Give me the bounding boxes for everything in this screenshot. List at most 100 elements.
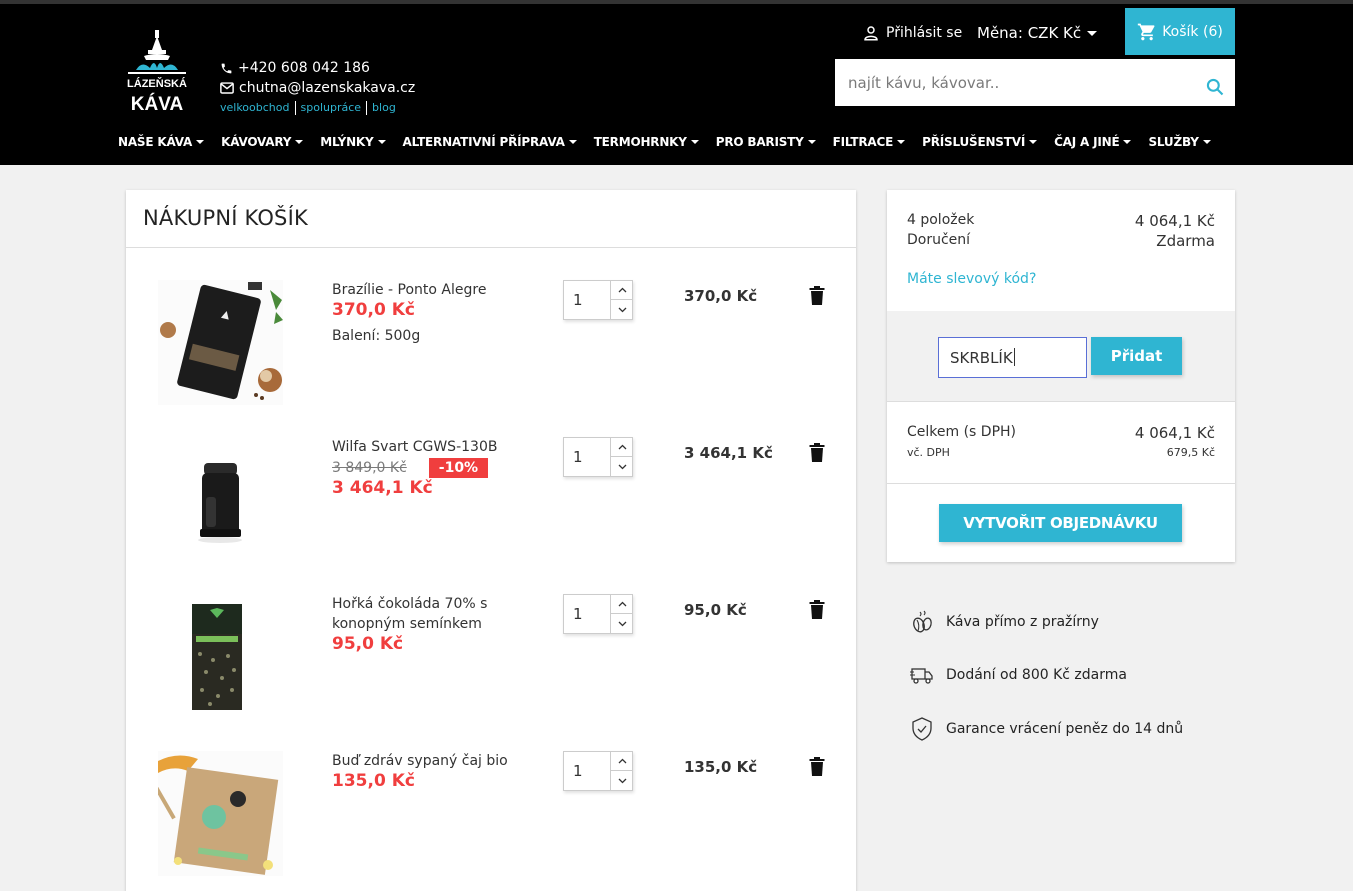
qty-decrease-button[interactable] — [611, 300, 633, 319]
logo[interactable]: LÁZEŇSKÁ KÁVA — [124, 30, 190, 116]
remove-item-button[interactable] — [809, 757, 825, 780]
remove-item-button[interactable] — [809, 600, 825, 623]
qty-decrease-button[interactable] — [611, 457, 633, 476]
promo-code-value: SKRBLÍK — [950, 349, 1013, 367]
quantity-value[interactable]: 1 — [573, 448, 583, 466]
link-spoluprace[interactable]: spolupráce — [301, 101, 362, 115]
quantity-stepper[interactable]: 1 — [563, 594, 633, 634]
email-row[interactable]: chutna@lazenskakava.cz — [220, 78, 415, 98]
cart-title: NÁKUPNÍ KOŠÍK — [126, 190, 856, 248]
summary-shipping-row: Doručení Zdarma — [907, 232, 1215, 250]
svg-text:LÁZEŇSKÁ: LÁZEŇSKÁ — [127, 77, 187, 90]
qty-decrease-button[interactable] — [611, 771, 633, 790]
cart-line: Buď zdráv sypaný čaj bio 135,0 Kč 1 135,… — [126, 751, 856, 891]
quantity-value[interactable]: 1 — [573, 762, 583, 780]
product-image[interactable] — [158, 594, 283, 719]
nav-label: TERMOHRNKY — [593, 135, 687, 149]
line-total: 3 464,1 Kč — [684, 444, 773, 462]
nav-item-alternativni-priprava[interactable]: ALTERNATIVNÍ PŘÍPRAVA — [403, 135, 577, 149]
phone-row[interactable]: +420 608 042 186 — [220, 58, 415, 78]
summary-tax-row: vč. DPH 679,5 Kč — [907, 446, 1215, 459]
nav-item-kavovary[interactable]: KÁVOVARY — [221, 135, 304, 149]
product-name[interactable]: Hořká čokoláda 70% s konopným semínkem — [332, 594, 532, 634]
nav-label: ALTERNATIVNÍ PŘÍPRAVA — [402, 135, 565, 149]
nav-item-sluzby[interactable]: SLUŽBY — [1148, 135, 1211, 149]
chevron-up-icon — [618, 758, 626, 764]
remove-item-button[interactable] — [809, 443, 825, 466]
caret-down-icon — [568, 140, 577, 144]
quantity-stepper[interactable]: 1 — [563, 280, 633, 320]
promo-add-button[interactable]: Přidat — [1091, 337, 1182, 375]
currency-selector[interactable]: Měna: CZK Kč — [977, 24, 1098, 42]
items-subtotal: 4 064,1 Kč — [1134, 212, 1215, 230]
cart-summary: 4 položek 4 064,1 Kč Doručení Zdarma Mát… — [887, 190, 1235, 562]
cart-line: Brazílie - Ponto Alegre 370,0 Kč Balení:… — [126, 280, 856, 437]
envelope-icon — [220, 82, 234, 94]
link-velkoobchod[interactable]: velkoobchod — [220, 101, 290, 115]
quantity-stepper[interactable]: 1 — [563, 751, 633, 791]
product-info: Brazílie - Ponto Alegre 370,0 Kč Balení:… — [332, 280, 532, 344]
shipping-label: Doručení — [907, 232, 971, 248]
chevron-up-icon — [618, 444, 626, 450]
link-blog[interactable]: blog — [372, 101, 396, 115]
user-icon — [864, 26, 878, 41]
product-price: 3 464,1 Kč — [332, 478, 433, 498]
product-image[interactable] — [158, 280, 283, 405]
nav-label: MLÝNKY — [320, 135, 374, 149]
chocolate-bar-image — [158, 594, 283, 719]
nav-label: NAŠE KÁVA — [118, 135, 193, 149]
product-name[interactable]: Wilfa Svart CGWS-130B — [332, 437, 532, 457]
quantity-value[interactable]: 1 — [573, 291, 583, 309]
search-icon[interactable] — [1205, 77, 1225, 97]
line-total: 95,0 Kč — [684, 601, 747, 619]
search-input[interactable] — [835, 59, 1185, 106]
qty-increase-button[interactable] — [611, 281, 633, 300]
cart-button[interactable]: Košík (6) — [1125, 8, 1235, 55]
line-total: 370,0 Kč — [684, 287, 758, 305]
coffee-bag-image — [158, 280, 283, 405]
nav-item-filtrace[interactable]: FILTRACE — [833, 135, 906, 149]
link-separator — [366, 101, 368, 115]
nav-item-prislusenstvi[interactable]: PŘÍSLUŠENSTVÍ — [922, 135, 1038, 149]
caret-down-icon — [1202, 140, 1211, 144]
qty-increase-button[interactable] — [611, 438, 633, 457]
nav-item-mlynky[interactable]: MLÝNKY — [320, 135, 386, 149]
quantity-stepper[interactable]: 1 — [563, 437, 633, 477]
chevron-down-icon — [618, 464, 626, 469]
promo-code-input[interactable]: SKRBLÍK — [938, 337, 1087, 378]
delivery-truck-icon — [910, 668, 933, 684]
checkout-button[interactable]: VYTVOŘIT OBJEDNÁVKU — [939, 504, 1182, 542]
cart-panel: NÁKUPNÍ KOŠÍK Brazílie - Ponto Alegre 37… — [126, 190, 856, 891]
caret-down-icon — [807, 140, 816, 144]
reassurance-text: Dodání od 800 Kč zdarma — [946, 667, 1127, 683]
nav-item-termohrnky[interactable]: TERMOHRNKY — [594, 135, 699, 149]
remove-item-button[interactable] — [809, 286, 825, 309]
product-price: 135,0 Kč — [332, 771, 415, 791]
product-name[interactable]: Brazílie - Ponto Alegre — [332, 280, 532, 300]
discount-badge: -10% — [428, 457, 489, 478]
product-image[interactable] — [152, 751, 283, 876]
price-row: 3 849,0 Kč -10% — [332, 457, 532, 478]
product-image[interactable] — [158, 437, 283, 562]
login-link[interactable]: Přihlásit se — [862, 24, 962, 42]
reassurance-item: Dodání od 800 Kč zdarma — [910, 663, 1127, 687]
product-info: Buď zdráv sypaný čaj bio 135,0 Kč — [332, 751, 532, 791]
trash-icon — [809, 757, 825, 776]
nav-item-pro-baristy[interactable]: PRO BARISTY — [716, 135, 816, 149]
qty-decrease-button[interactable] — [611, 614, 633, 633]
product-attribute: Balení: 500g — [332, 328, 421, 344]
qty-increase-button[interactable] — [611, 752, 633, 771]
nav-label: PRO BARISTY — [715, 135, 804, 149]
nav-item-nase-kava[interactable]: NAŠE KÁVA — [118, 135, 205, 149]
reassurance-text: Garance vrácení peněz do 14 dnů — [946, 721, 1184, 737]
quantity-spinner — [610, 752, 633, 790]
main-nav: NAŠE KÁVA KÁVOVARY MLÝNKY ALTERNATIVNÍ P… — [118, 135, 1228, 149]
qty-increase-button[interactable] — [611, 595, 633, 614]
text-cursor — [1013, 348, 1015, 366]
nav-item-caj-a-jine[interactable]: ČAJ A JINÉ — [1054, 135, 1132, 149]
shield-check-icon — [912, 717, 932, 741]
promo-code-link[interactable]: Máte slevový kód? — [907, 271, 1036, 287]
shipping-value: Zdarma — [1156, 232, 1215, 250]
quantity-value[interactable]: 1 — [573, 605, 583, 623]
product-name[interactable]: Buď zdráv sypaný čaj bio — [332, 751, 532, 771]
